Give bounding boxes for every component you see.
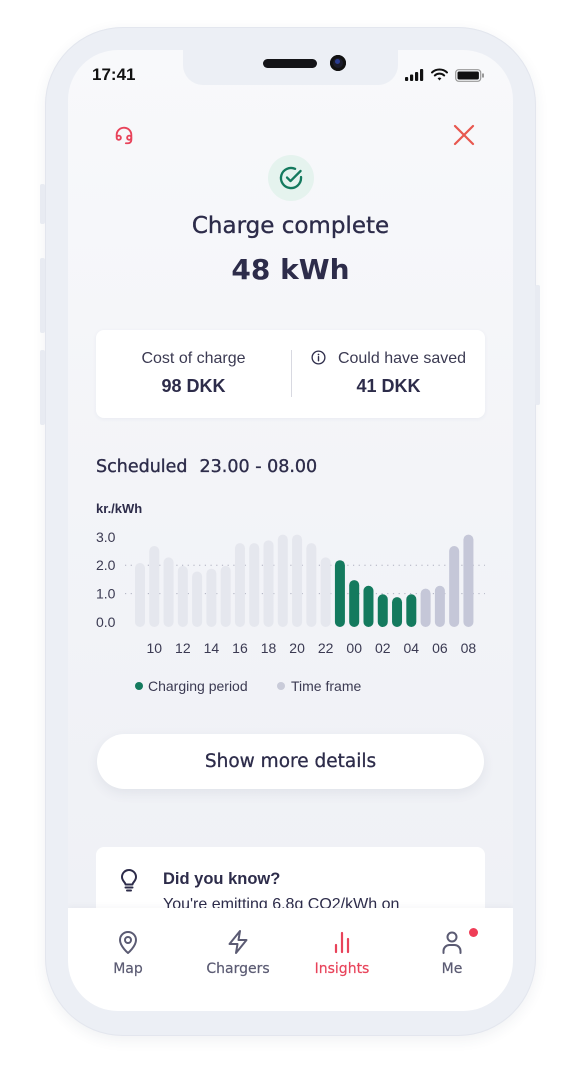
y-tick-label: 3.0 (96, 529, 116, 545)
side-button-volume-down (40, 350, 45, 425)
nav-label-map: Map (113, 961, 143, 977)
tip-title: Did you know? (163, 870, 281, 888)
x-tick-label: 02 (375, 640, 391, 656)
y-tick-label: 1.0 (96, 586, 116, 602)
nav-label-insights: Insights (314, 961, 370, 977)
x-tick-label: 12 (175, 640, 191, 656)
info-icon[interactable] (311, 350, 326, 365)
side-button-power (535, 285, 540, 405)
x-tick-label: 22 (318, 640, 334, 656)
status-badge (268, 155, 314, 201)
nav-item-chargers[interactable]: Chargers (188, 908, 288, 988)
schedule-label: Scheduled (96, 457, 188, 477)
notification-badge (469, 928, 478, 937)
nav-item-map[interactable]: Map (78, 908, 178, 988)
could-have-saved: Could have saved 41 DKK (292, 330, 485, 418)
show-more-details-button[interactable]: Show more details (97, 734, 484, 789)
user-icon (442, 931, 462, 954)
legend-label-time-frame: Time frame (291, 678, 362, 694)
x-tick-label: 00 (346, 640, 362, 656)
x-tick-label: 18 (261, 640, 277, 656)
x-tick-label: 06 (432, 640, 448, 656)
schedule-heading: Scheduled 23.00 - 08.00 (96, 456, 318, 478)
x-tick-label: 16 (232, 640, 248, 656)
energy-delivered: 48 kWh (231, 253, 350, 286)
chart-y-axis-label: kr./kWh (96, 501, 143, 516)
notch (183, 50, 398, 85)
bottom-nav: Map Chargers Insights Me (68, 908, 513, 1011)
saved-value: 41 DKK (356, 376, 421, 396)
map-pin-icon (119, 931, 137, 954)
support-button[interactable] (113, 124, 135, 146)
cost-label: Cost of charge (141, 350, 246, 367)
x-tick-label: 04 (404, 640, 420, 656)
lightning-icon (228, 930, 248, 954)
legend-dot-charging (135, 682, 143, 690)
price-chart: 3.0 2.0 1.0 0.0 10 12 14 16 18 20 22 00 02 04 06 08 (96, 529, 485, 656)
check-circle-icon (279, 166, 303, 190)
battery-icon (455, 69, 484, 82)
saved-label-row: Could have saved (292, 349, 485, 369)
side-button-volume-up (40, 258, 45, 333)
close-button[interactable] (453, 124, 475, 146)
close-icon (453, 124, 475, 146)
headset-icon (115, 126, 133, 145)
speaker (263, 59, 317, 68)
bar-chart-icon (334, 931, 350, 954)
schedule-window: 23.00 - 08.00 (199, 457, 318, 477)
x-tick-label: 20 (289, 640, 305, 656)
x-tick-label: 08 (461, 640, 477, 656)
signal-icon (405, 69, 424, 81)
page-title: Charge complete (191, 213, 390, 239)
lightbulb-icon (121, 869, 137, 892)
cost-card: Cost of charge 98 DKK Could have saved 4… (96, 330, 485, 418)
x-tick-label: 14 (204, 640, 220, 656)
status-time: 17:41 (92, 65, 136, 84)
cost-of-charge: Cost of charge 98 DKK (96, 330, 291, 418)
wifi-icon (431, 68, 448, 81)
side-button-mute (40, 184, 45, 224)
app-screen: 17:41 Charge complete 48 kWh Cost of cha… (68, 50, 513, 1011)
y-tick-label: 2.0 (96, 557, 116, 573)
nav-item-insights[interactable]: Insights (292, 908, 392, 988)
x-tick-label: 10 (146, 640, 162, 656)
camera (330, 55, 346, 71)
legend-dot-time-frame (277, 682, 285, 690)
nav-label-chargers: Chargers (206, 961, 270, 977)
cost-value: 98 DKK (161, 376, 226, 396)
y-tick-label: 0.0 (96, 614, 116, 630)
legend-label-charging: Charging period (148, 678, 248, 694)
nav-label-me: Me (441, 961, 463, 977)
nav-item-me[interactable]: Me (402, 908, 502, 988)
saved-label: Could have saved (337, 350, 467, 367)
